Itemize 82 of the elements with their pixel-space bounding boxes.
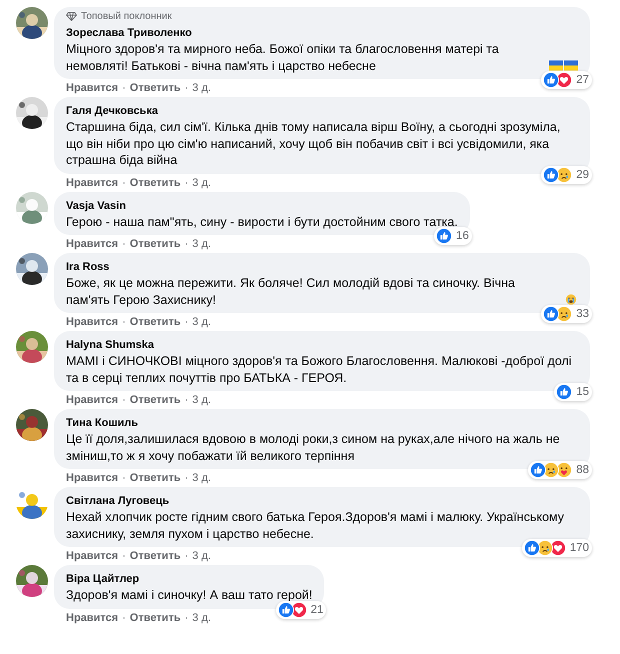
like-link[interactable]: Нравится xyxy=(66,315,118,329)
like-link[interactable]: Нравится xyxy=(66,81,118,95)
like-icon xyxy=(543,72,560,88)
comment-text: Нехай хлопчик росте гідним свого батька Героя.Здоров'я мамі і малюку. Українському захиснику, земля пухом і царство небесне. xyxy=(66,509,566,542)
author-name[interactable]: Halyna Shumska xyxy=(66,338,154,353)
like-link[interactable]: Нравится xyxy=(66,237,118,251)
separator-dot: · xyxy=(122,549,126,563)
separator-dot: · xyxy=(184,315,188,329)
like-link[interactable]: Нравится xyxy=(66,549,118,563)
fan-label: Топовый поклонник xyxy=(81,11,172,22)
timestamp[interactable]: 3 д. xyxy=(192,471,211,485)
like-icon xyxy=(556,384,572,400)
sad-emoji-icon xyxy=(556,166,572,182)
sad-emoji-icon xyxy=(536,540,553,556)
like-link[interactable]: Нравится xyxy=(66,610,118,624)
reply-link[interactable]: Ответить xyxy=(130,393,181,407)
separator-dot: · xyxy=(184,81,188,95)
author-name[interactable]: Світлана Луговець xyxy=(66,494,170,509)
separator-dot: · xyxy=(122,471,126,485)
comment-text: Це її доля,залишилася вдовою в молоді роки,з сином на руках,але нічого на жаль не зміниш,то ж я хочу побажати їй великого терпіння xyxy=(66,431,561,464)
like-icon xyxy=(278,602,294,618)
reaction-summary[interactable]: 88 xyxy=(528,461,592,479)
crying-emoji-icon xyxy=(564,294,578,306)
like-link[interactable]: Нравится xyxy=(66,393,118,407)
separator-dot: · xyxy=(184,549,188,563)
care-emoji-icon xyxy=(556,462,572,478)
comment-text: Міцного здоров'я та мирного неба. Божої опіки та благословення матері та немовляті! Батькові - вічна пам'ять і царство небесне xyxy=(66,41,500,74)
separator-dot: · xyxy=(122,176,126,190)
separator-dot: · xyxy=(122,610,126,624)
reply-link[interactable]: Ответить xyxy=(130,237,181,251)
comment-text: Старшина біда, сил сім'ї. Кілька днів тому написала вірш Воїну, а сьогодні зрозуміла, що він ніби про цю сім'ю написаний, хочу щоб він побачив світ і всі усвідомили, яка страшна біда війна xyxy=(66,119,562,168)
author-name[interactable]: Vasja Vasin xyxy=(66,198,126,214)
author-name[interactable]: Ira Ross xyxy=(66,260,110,275)
like-icon xyxy=(524,540,540,556)
separator-dot: · xyxy=(184,471,188,485)
timestamp[interactable]: 3 д. xyxy=(192,393,211,407)
separator-dot: · xyxy=(184,237,188,251)
timestamp[interactable]: 3 д. xyxy=(192,610,211,624)
separator-dot: · xyxy=(184,393,188,407)
separator-dot: · xyxy=(122,237,126,251)
reaction-summary[interactable]: 27 xyxy=(541,71,592,89)
diamond-icon xyxy=(66,12,77,21)
reply-link[interactable]: Ответить xyxy=(130,315,181,329)
author-name[interactable]: Галя Дечковська xyxy=(66,104,158,119)
reaction-summary[interactable]: 33 xyxy=(541,305,592,323)
sad-emoji-icon xyxy=(556,306,572,322)
reply-link[interactable]: Ответить xyxy=(130,471,181,485)
separator-dot: · xyxy=(122,81,126,95)
like-icon xyxy=(543,306,560,322)
like-icon xyxy=(530,462,546,478)
timestamp[interactable]: 3 д. xyxy=(192,549,211,563)
reaction-summary[interactable]: 15 xyxy=(554,383,592,401)
timestamp[interactable]: 3 д. xyxy=(192,315,211,329)
reaction-summary[interactable]: 21 xyxy=(276,600,326,618)
reaction-summary[interactable]: 16 xyxy=(434,227,472,245)
separator-dot: · xyxy=(184,610,188,624)
flag-icon xyxy=(564,60,578,72)
reaction-summary[interactable]: 29 xyxy=(541,166,592,184)
like-icon xyxy=(436,228,452,244)
separator-dot: · xyxy=(184,176,188,190)
like-link[interactable]: Нравится xyxy=(66,176,118,190)
author-name[interactable]: Віра Цайтлер xyxy=(66,572,140,587)
reaction-summary[interactable]: 170 xyxy=(522,539,592,557)
comment-text: Здоров'я мамі і синочку! А ваш тато герой! xyxy=(66,587,312,604)
timestamp[interactable]: 3 д. xyxy=(192,237,211,251)
flag-icon xyxy=(549,60,563,72)
reply-link[interactable]: Ответить xyxy=(130,81,181,95)
like-link[interactable]: Нравится xyxy=(66,471,118,485)
comment-text: Боже, як це можна пережити. Як боляче! Сил молодій вдові та синочку. Вічна пам'ять Герою Захиснику! xyxy=(66,275,516,308)
timestamp[interactable]: 3 д. xyxy=(192,176,211,190)
separator-dot: · xyxy=(122,393,126,407)
sad-emoji-icon xyxy=(543,462,560,478)
reply-link[interactable]: Ответить xyxy=(130,176,181,190)
separator-dot: · xyxy=(122,315,126,329)
timestamp[interactable]: 3 д. xyxy=(192,81,211,95)
like-icon xyxy=(543,166,560,182)
reply-link[interactable]: Ответить xyxy=(130,549,181,563)
reply-link[interactable]: Ответить xyxy=(130,610,181,624)
author-name[interactable]: Зореслава Триволенко xyxy=(66,26,192,41)
comment-text: МАМІ і СИНОЧКОВІ міцного здоров'я та Божого Благословення. Малюкові -доброї долі та в серці теплих почуттів про БАТЬКА - ГЕРОЯ. xyxy=(66,353,573,386)
author-name[interactable]: Тина Кошиль xyxy=(66,416,138,431)
comment-text: Герою - наша пам"ять, сину - вирости і бути достойним свого татка. xyxy=(66,214,458,230)
